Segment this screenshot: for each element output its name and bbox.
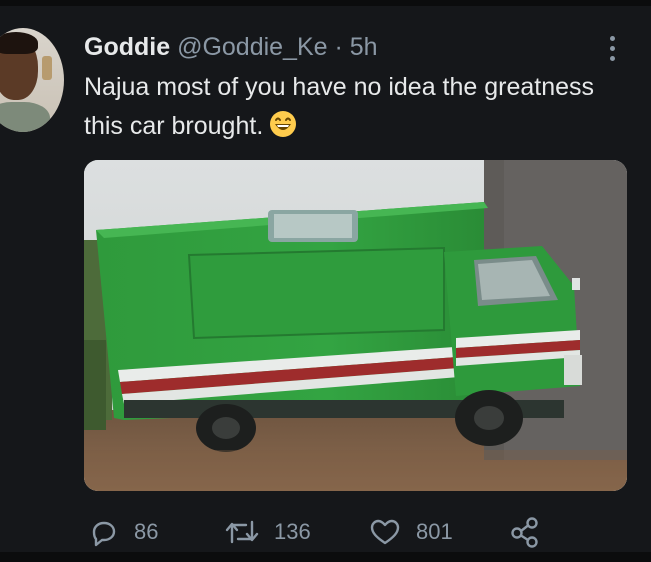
timestamp[interactable]: 5h bbox=[350, 33, 378, 61]
reply-icon bbox=[92, 521, 116, 547]
avatar[interactable] bbox=[0, 28, 64, 132]
tweet-card[interactable]: Goddie @Goddie_Ke · 5h Najua most of you… bbox=[0, 6, 651, 552]
reply-count: 86 bbox=[134, 519, 159, 544]
tweet-header: Goddie @Goddie_Ke · 5h bbox=[84, 32, 378, 62]
like-button[interactable]: 801 bbox=[368, 514, 453, 550]
user-handle[interactable]: @Goddie_Ke bbox=[177, 33, 327, 61]
like-count: 801 bbox=[416, 519, 453, 544]
grinning-face-emoji-icon bbox=[270, 111, 297, 137]
share-icon bbox=[511, 517, 538, 548]
separator-dot: · bbox=[334, 33, 343, 61]
more-options-icon[interactable] bbox=[602, 30, 622, 66]
tweet-body: Najua most of you have no idea the great… bbox=[84, 73, 595, 140]
tweet-text: Najua most of you have no idea the great… bbox=[84, 68, 624, 146]
bottom-divider bbox=[0, 552, 651, 562]
reply-button[interactable]: 86 bbox=[88, 514, 158, 550]
tweet-actions: 86 136 801 bbox=[88, 514, 558, 550]
display-name[interactable]: Goddie bbox=[84, 33, 170, 61]
heart-icon bbox=[370, 519, 400, 545]
retweet-button[interactable]: 136 bbox=[224, 514, 311, 550]
share-button[interactable] bbox=[508, 514, 542, 550]
retweet-count: 136 bbox=[274, 519, 311, 544]
tweet-photo-truck[interactable] bbox=[84, 160, 627, 491]
retweet-icon bbox=[225, 520, 259, 544]
truck-photo bbox=[84, 160, 627, 491]
